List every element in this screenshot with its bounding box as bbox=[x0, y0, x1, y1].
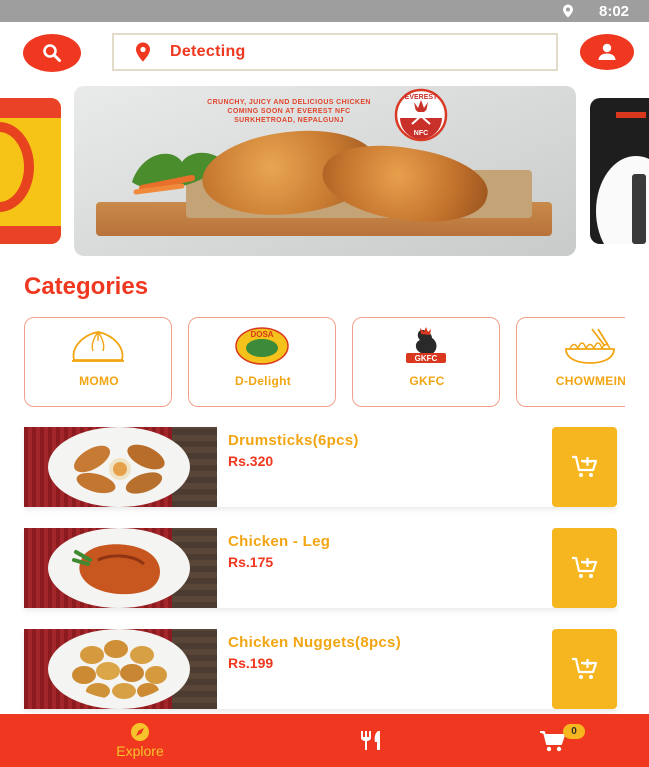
category-card-momo[interactable]: MOMO bbox=[24, 317, 172, 407]
phone-graphic bbox=[632, 174, 646, 244]
category-icon-wrap bbox=[517, 326, 625, 366]
category-card-d-delight[interactable]: DOSA D-Delight bbox=[188, 317, 336, 407]
bottom-navigation: Explore 0 bbox=[0, 714, 649, 767]
clock-time: 8:02 bbox=[599, 3, 630, 20]
product-image bbox=[24, 528, 217, 608]
banner-decoration bbox=[616, 112, 646, 118]
product-name: Chicken - Leg bbox=[228, 533, 331, 550]
category-label: MOMO bbox=[79, 374, 119, 388]
noodles-icon bbox=[565, 328, 615, 364]
location-text: Detecting bbox=[170, 43, 246, 60]
banner-decoration bbox=[0, 122, 34, 212]
product-row[interactable]: Drumsticks(6pcs) Rs.320 bbox=[24, 427, 617, 507]
search-button[interactable] bbox=[23, 34, 81, 72]
cart-count-badge: 0 bbox=[563, 724, 585, 739]
product-image bbox=[24, 629, 217, 709]
add-to-cart-button[interactable] bbox=[552, 629, 617, 709]
fork-knife-icon bbox=[361, 731, 380, 750]
compass-icon bbox=[131, 723, 149, 741]
category-label: D-Delight bbox=[234, 374, 292, 388]
product-row[interactable]: Chicken - Leg Rs.175 bbox=[24, 528, 617, 608]
location-pin-icon bbox=[563, 4, 573, 18]
category-card-gkfc[interactable]: GKFC GKFC bbox=[352, 317, 500, 407]
search-icon bbox=[43, 44, 61, 62]
category-list[interactable]: MOMO DOSA D-Delight GKFC GKFC CHOWMEIN bbox=[24, 317, 625, 409]
add-cart-icon bbox=[571, 657, 597, 679]
banner-decoration bbox=[0, 226, 61, 244]
category-label: GKFC bbox=[409, 374, 445, 388]
banner-carousel[interactable]: Crunchy, juicy and delicious chicken Com… bbox=[0, 86, 649, 258]
product-price: Rs.320 bbox=[228, 453, 274, 469]
product-price: Rs.199 bbox=[228, 655, 274, 671]
momo-icon bbox=[72, 331, 124, 362]
categories-heading: Categories bbox=[24, 273, 149, 300]
product-name: Chicken Nuggets(8pcs) bbox=[228, 634, 401, 651]
person-icon bbox=[598, 43, 616, 60]
product-row[interactable]: Chicken Nuggets(8pcs) Rs.199 bbox=[24, 629, 617, 709]
logo-text-bottom: NFC bbox=[414, 130, 428, 137]
banner-next[interactable] bbox=[590, 98, 649, 244]
nav-explore[interactable]: Explore bbox=[100, 714, 180, 767]
add-cart-icon bbox=[571, 455, 597, 477]
profile-button[interactable] bbox=[580, 34, 634, 70]
drumsticks-food bbox=[73, 444, 165, 494]
logo-text: DOSA bbox=[250, 330, 273, 339]
product-image bbox=[24, 427, 217, 507]
product-name: Drumsticks(6pcs) bbox=[228, 432, 359, 449]
location-pin-icon bbox=[136, 42, 150, 62]
category-icon-wrap: GKFC bbox=[353, 326, 499, 366]
dosa-delight-logo: DOSA bbox=[235, 327, 289, 365]
banner-previous[interactable] bbox=[0, 98, 61, 244]
add-to-cart-button[interactable] bbox=[552, 528, 617, 608]
add-to-cart-button[interactable] bbox=[552, 427, 617, 507]
nav-cart[interactable]: 0 bbox=[536, 714, 592, 767]
logo-text-top: EVEREST bbox=[405, 94, 438, 101]
category-icon-wrap: DOSA bbox=[189, 326, 335, 366]
category-card-chowmein[interactable]: CHOWMEIN bbox=[516, 317, 625, 407]
gkfc-rooster-logo: GKFC bbox=[406, 327, 446, 363]
logo-text: GKFC bbox=[415, 354, 438, 363]
chicken-leg-food bbox=[72, 544, 160, 595]
banner-promo[interactable]: Crunchy, juicy and delicious chicken Com… bbox=[74, 86, 576, 256]
banner-decoration bbox=[0, 98, 61, 118]
category-label: CHOWMEIN bbox=[555, 374, 625, 388]
chicken-nuggets-food bbox=[72, 640, 167, 699]
location-field[interactable]: Detecting bbox=[112, 33, 558, 71]
everest-nfc-logo: EVEREST NFC bbox=[394, 88, 448, 142]
nav-explore-label: Explore bbox=[116, 743, 164, 759]
category-icon-wrap bbox=[25, 326, 171, 366]
app-screen: 8:02 Detecting CRUNCHY, JUICY AND DELICI… bbox=[0, 0, 649, 767]
add-cart-icon bbox=[571, 556, 597, 578]
product-price: Rs.175 bbox=[228, 554, 274, 570]
nav-menu[interactable] bbox=[352, 714, 392, 767]
status-bar: 8:02 bbox=[0, 0, 649, 22]
